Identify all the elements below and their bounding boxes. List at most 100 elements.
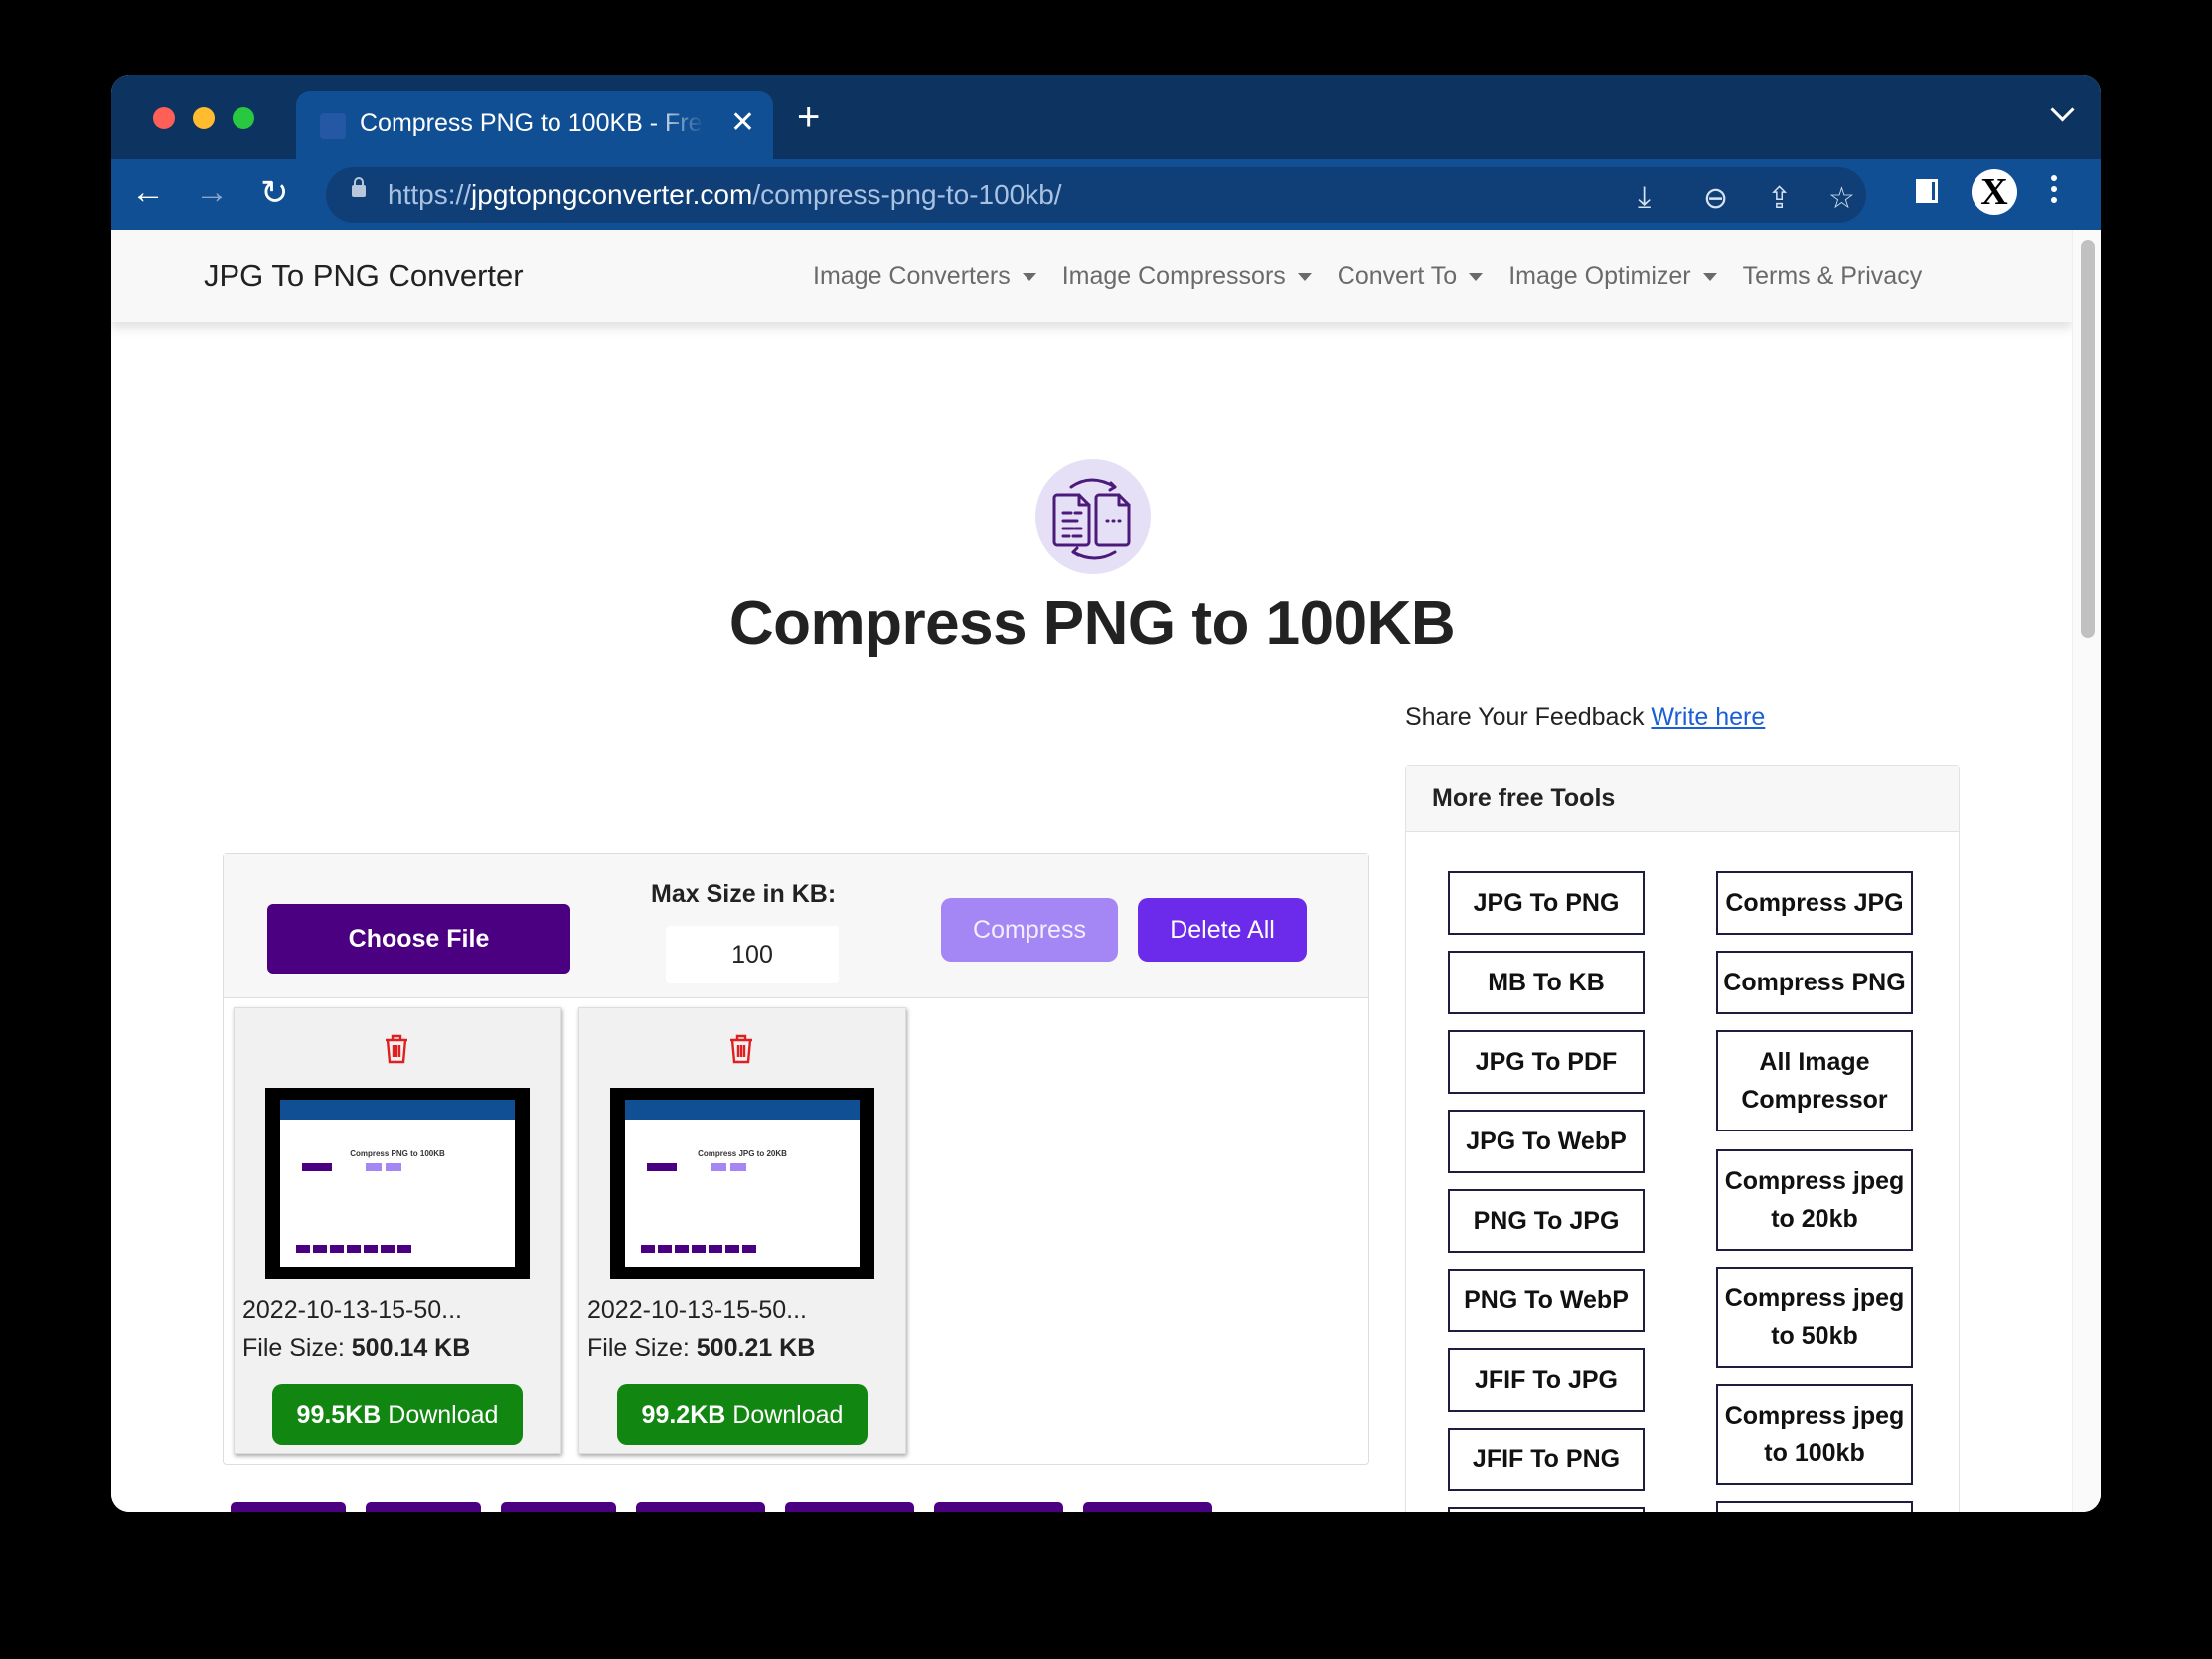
minimize-window-button[interactable] — [193, 107, 215, 129]
max-size-input[interactable] — [666, 926, 839, 983]
preset-100kb-button[interactable]: 100 KB — [636, 1502, 766, 1512]
close-window-button[interactable] — [153, 107, 175, 129]
compressor-panel: Choose File Max Size in KB: Compress Del… — [223, 853, 1369, 1465]
file-thumbnail: Compress PNG to 100KB — [265, 1088, 530, 1279]
page-scrollbar[interactable] — [2072, 230, 2101, 1512]
file-size-value: 500.14 KB — [351, 1334, 471, 1362]
file-size-label: File Size: — [587, 1334, 690, 1362]
tool-link[interactable]: JFIF To PNG — [1448, 1428, 1645, 1491]
preset-500kb-button[interactable]: 500 KB — [1083, 1502, 1213, 1512]
delete-all-button[interactable]: Delete All — [1138, 898, 1307, 962]
preset-50kb-button[interactable]: 50 KB — [501, 1502, 617, 1512]
thumbnail-title: Compress PNG to 100KB — [350, 1149, 445, 1158]
web-page: JPG To PNG Converter Image Converters Im… — [111, 230, 2101, 1512]
max-size-label: Max Size in KB: — [651, 880, 837, 908]
tool-link[interactable]: All Image Compressor — [1716, 1030, 1913, 1131]
file-size-label: File Size: — [242, 1334, 345, 1362]
download-label: Download — [732, 1401, 844, 1429]
scrollbar-thumb[interactable] — [2081, 240, 2095, 638]
nav-terms-privacy[interactable]: Terms & Privacy — [1743, 262, 1923, 291]
browser-window: Compress PNG to 100KB - Free ✕ + ← → ↻ h… — [111, 75, 2101, 1512]
reload-button[interactable]: ↻ — [260, 173, 289, 213]
file-convert-icon — [1035, 459, 1151, 574]
size-preset-buttons: 20 KB 30 KB 50 KB 100 KB 200 KB 300 KB 5… — [231, 1502, 1213, 1512]
nav-image-compressors[interactable]: Image Compressors — [1062, 262, 1312, 291]
site-nav-links: Image Converters Image Compressors Conve… — [813, 262, 1922, 291]
tool-link[interactable]: JPG To WebP — [1448, 1110, 1645, 1173]
download-button[interactable]: 99.5KB Download — [272, 1384, 523, 1445]
file-card: Compress JPG to 20KB 2022-10-13-15-50...… — [578, 1007, 906, 1454]
file-thumbnail: Compress JPG to 20KB — [610, 1088, 874, 1279]
tab-strip: Compress PNG to 100KB - Free ✕ + — [111, 75, 2101, 159]
preset-30kb-button[interactable]: 30 KB — [366, 1502, 482, 1512]
file-size: File Size: 500.14 KB — [242, 1334, 470, 1363]
more-tools-title: More free Tools — [1432, 784, 1616, 812]
preset-200kb-button[interactable]: 200 KB — [785, 1502, 915, 1512]
nav-image-optimizer[interactable]: Image Optimizer — [1508, 262, 1716, 291]
compress-button[interactable]: Compress — [941, 898, 1118, 962]
choose-file-button[interactable]: Choose File — [267, 904, 570, 974]
feedback-line: Share Your Feedback Write here — [1405, 703, 1765, 732]
tool-link[interactable]: Compress jpeg to 200kb — [1716, 1501, 1913, 1512]
trash-icon[interactable] — [728, 1034, 754, 1064]
active-tab[interactable]: Compress PNG to 100KB - Free ✕ — [296, 91, 773, 159]
compressor-controls: Choose File Max Size in KB: Compress Del… — [224, 854, 1368, 998]
more-tools-card: More free Tools JPG To PNG MB To KB JPG … — [1405, 765, 1960, 1512]
tab-title: Compress PNG to 100KB - Free — [360, 109, 704, 137]
compressed-size: 99.2KB — [641, 1401, 726, 1429]
compressed-size: 99.5KB — [296, 1401, 382, 1429]
nav-convert-to[interactable]: Convert To — [1338, 262, 1483, 291]
download-button[interactable]: 99.2KB Download — [617, 1384, 868, 1445]
file-size-value: 500.21 KB — [696, 1334, 816, 1362]
page-title: Compress PNG to 100KB — [728, 589, 1456, 658]
tool-link[interactable]: MB To KB — [1448, 951, 1645, 1014]
feedback-link[interactable]: Write here — [1651, 703, 1765, 731]
bookmark-star-icon[interactable]: ☆ — [1828, 181, 1855, 216]
url-path: /compress-png-to-100kb/ — [752, 179, 1062, 210]
feedback-text: Share Your Feedback — [1405, 703, 1645, 731]
install-app-icon[interactable]: ⤓ — [1638, 181, 1651, 215]
tab-close-icon[interactable]: ✕ — [730, 105, 755, 140]
side-panel-icon[interactable] — [1916, 179, 1938, 203]
file-name: 2022-10-13-15-50... — [587, 1296, 807, 1324]
back-button[interactable]: ← — [131, 173, 165, 212]
tool-link[interactable]: JPG To PDF — [1448, 1030, 1645, 1094]
file-name: 2022-10-13-15-50... — [242, 1296, 462, 1324]
url-text[interactable]: https://jpgtopngconverter.com/compress-p… — [388, 179, 1062, 211]
trash-icon[interactable] — [384, 1034, 409, 1064]
maximize-window-button[interactable] — [233, 107, 254, 129]
tool-link[interactable]: Compress jpeg to 50kb — [1716, 1267, 1913, 1368]
preset-300kb-button[interactable]: 300 KB — [934, 1502, 1064, 1512]
site-navbar: JPG To PNG Converter Image Converters Im… — [111, 230, 2073, 322]
url-scheme: https:// — [388, 179, 472, 210]
tool-link[interactable]: Compress jpeg to 100kb — [1716, 1384, 1913, 1485]
tool-link[interactable]: PNG To JPG — [1448, 1189, 1645, 1253]
forward-button[interactable]: → — [195, 173, 229, 212]
new-tab-button[interactable]: + — [797, 95, 820, 140]
site-brand[interactable]: JPG To PNG Converter — [204, 258, 524, 294]
tool-link[interactable]: Compress JPG — [1716, 871, 1913, 935]
profile-avatar[interactable]: X — [1972, 169, 2017, 215]
more-tools-header: More free Tools — [1406, 766, 1959, 832]
file-card: Compress PNG to 100KB 2022-10-13-15-50..… — [234, 1007, 561, 1454]
lock-icon — [352, 177, 366, 197]
browser-toolbar: ← → ↻ https://jpgtopngconverter.com/comp… — [111, 159, 2101, 230]
tool-link[interactable]: JFIF To JPG — [1448, 1348, 1645, 1412]
tool-link[interactable]: Compress PNG — [1716, 951, 1913, 1014]
file-size: File Size: 500.21 KB — [587, 1334, 815, 1363]
tool-link[interactable]: JPG To PNG — [1448, 871, 1645, 935]
browser-menu-icon[interactable] — [2051, 175, 2057, 208]
favicon-icon — [320, 113, 346, 139]
share-icon[interactable]: ⇪ — [1767, 181, 1792, 216]
tool-link[interactable]: JPEG To JPG — [1448, 1507, 1645, 1512]
zoom-out-icon[interactable]: ⊖ — [1703, 181, 1728, 216]
url-host: jpgtopngconverter.com — [471, 179, 753, 210]
address-bar[interactable]: https://jpgtopngconverter.com/compress-p… — [326, 167, 1866, 223]
tab-search-chevron-icon[interactable] — [2050, 97, 2075, 122]
thumbnail-title: Compress JPG to 20KB — [698, 1149, 787, 1158]
tool-link[interactable]: PNG To WebP — [1448, 1269, 1645, 1332]
nav-image-converters[interactable]: Image Converters — [813, 262, 1036, 291]
tool-link[interactable]: Compress jpeg to 20kb — [1716, 1149, 1913, 1251]
preset-20kb-button[interactable]: 20 KB — [231, 1502, 347, 1512]
download-label: Download — [388, 1401, 499, 1429]
